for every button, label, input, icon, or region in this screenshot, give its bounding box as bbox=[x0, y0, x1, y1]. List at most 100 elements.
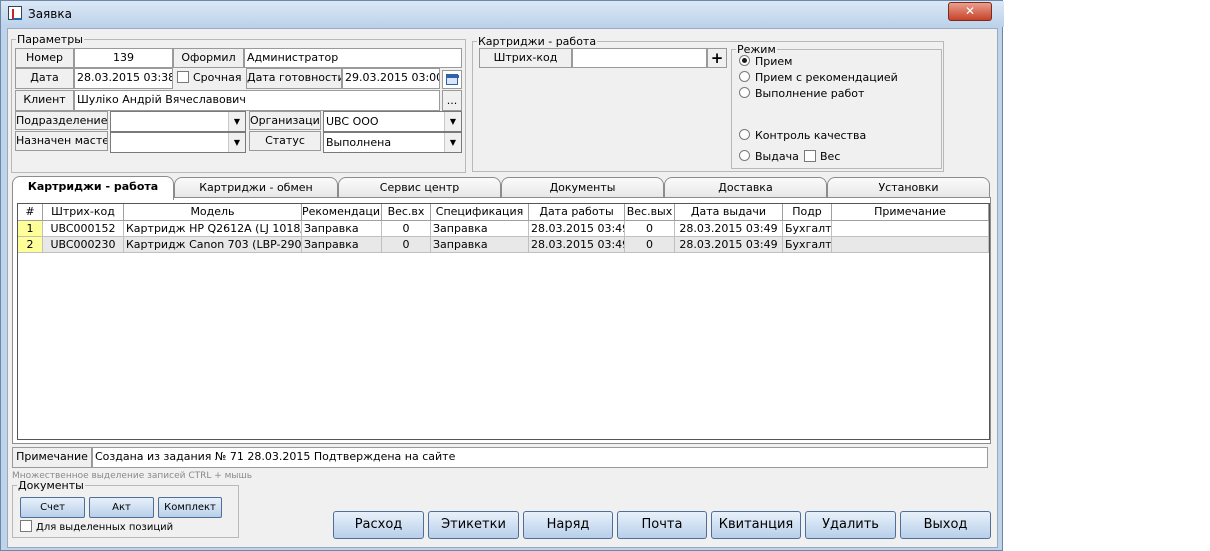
weight-label: Вес bbox=[820, 150, 841, 163]
organization-label: Организация bbox=[249, 111, 321, 130]
cartridges-table[interactable]: # Штрих-код Модель Рекомендация Вес.вх С… bbox=[17, 203, 990, 440]
table-cell[interactable]: Заправка bbox=[302, 221, 382, 237]
date-field[interactable]: 28.03.2015 03:38 bbox=[74, 68, 173, 89]
col-header-note[interactable]: Примечание bbox=[832, 204, 989, 221]
table-cell[interactable]: 28.03.2015 03:49 bbox=[675, 237, 783, 253]
add-barcode-button[interactable]: + bbox=[707, 48, 727, 68]
tab-delivery[interactable]: Доставка bbox=[664, 177, 827, 198]
radio-dot[interactable] bbox=[739, 71, 750, 82]
mode-radio-issue[interactable]: Выдача bbox=[739, 150, 799, 164]
table-row-index[interactable]: 2 bbox=[18, 237, 43, 253]
col-header-specification[interactable]: Спецификация bbox=[431, 204, 529, 221]
work-order-button[interactable]: Наряд bbox=[523, 511, 613, 539]
table-cell[interactable]: UBC000230 bbox=[43, 237, 124, 253]
mode-option-label: Контроль качества bbox=[755, 129, 867, 142]
table-cell[interactable]: 0 bbox=[382, 221, 431, 237]
mail-button[interactable]: Почта bbox=[617, 511, 707, 539]
documents-legend: Документы bbox=[18, 479, 84, 492]
radio-dot[interactable] bbox=[739, 129, 750, 140]
urgent-label: Срочная bbox=[193, 71, 242, 84]
table-cell[interactable]: 28.03.2015 03:49 bbox=[675, 221, 783, 237]
table-cell[interactable]: UBC000152 bbox=[43, 221, 124, 237]
app-icon bbox=[8, 6, 22, 20]
table-row-index[interactable]: 1 bbox=[18, 221, 43, 237]
created-by-label: Оформил bbox=[173, 48, 244, 68]
table-cell[interactable]: Бухгалте bbox=[783, 237, 832, 253]
mode-option-label: Прием с рекомендацией bbox=[755, 71, 898, 84]
urgent-checkbox[interactable]: Срочная bbox=[177, 71, 241, 84]
weight-checkbox[interactable]: Вес bbox=[804, 150, 840, 164]
table-cell[interactable]: Заправка bbox=[431, 221, 529, 237]
col-header-model[interactable]: Модель bbox=[124, 204, 302, 221]
table-cell[interactable]: 0 bbox=[625, 237, 675, 253]
note-field[interactable]: Создана из задания № 71 28.03.2015 Подтв… bbox=[92, 447, 988, 468]
labels-button[interactable]: Этикетки bbox=[428, 511, 519, 539]
col-header-work-date[interactable]: Дата работы bbox=[529, 204, 625, 221]
master-select[interactable]: ▼ bbox=[110, 132, 246, 153]
table-cell[interactable]: Бухгалте bbox=[783, 221, 832, 237]
table-cell[interactable] bbox=[832, 237, 989, 253]
master-label: Назначен мастер bbox=[15, 131, 108, 151]
table-cell[interactable] bbox=[832, 221, 989, 237]
table-cell[interactable]: 0 bbox=[382, 237, 431, 253]
cartridges-work-legend: Картриджи - работа bbox=[478, 35, 597, 48]
tab-settings[interactable]: Установки bbox=[827, 177, 990, 198]
tab-cartridges-exchange[interactable]: Картриджи - обмен bbox=[174, 177, 338, 198]
close-button[interactable]: ✕ bbox=[948, 2, 992, 21]
expense-button[interactable]: Расход bbox=[333, 511, 424, 539]
invoice-button[interactable]: Счет bbox=[20, 497, 85, 518]
table-cell[interactable]: 28.03.2015 03:49 bbox=[529, 221, 625, 237]
department-label: Подразделение bbox=[15, 111, 108, 130]
mode-radio-priem-rec[interactable]: Прием с рекомендацией bbox=[739, 71, 898, 85]
chevron-down-icon[interactable]: ▼ bbox=[444, 112, 461, 131]
table-cell[interactable]: Заправка bbox=[431, 237, 529, 253]
department-select[interactable]: ▼ bbox=[110, 111, 246, 132]
tab-service-center[interactable]: Сервис центр bbox=[338, 177, 501, 198]
note-label: Примечание bbox=[12, 447, 92, 468]
weight-checkbox-box[interactable] bbox=[804, 150, 816, 162]
table-cell[interactable]: 28.03.2015 03:49 bbox=[529, 237, 625, 253]
table-cell[interactable]: Картридж HP Q2612A (LJ 1018/10 bbox=[124, 221, 302, 237]
radio-dot[interactable] bbox=[739, 87, 750, 98]
col-header-dept[interactable]: Подр bbox=[783, 204, 832, 221]
ready-date-field[interactable]: 29.03.2015 03:00 bbox=[342, 68, 440, 89]
created-by-field[interactable]: Администратор bbox=[244, 48, 462, 68]
act-button[interactable]: Акт bbox=[89, 497, 154, 518]
barcode-input[interactable] bbox=[572, 48, 707, 68]
chevron-down-icon[interactable]: ▼ bbox=[228, 133, 245, 152]
col-header-weight-out[interactable]: Вес.вых bbox=[625, 204, 675, 221]
table-cell[interactable]: Картридж Canon 703 (LBP-2900/3( bbox=[124, 237, 302, 253]
col-header-weight-in[interactable]: Вес.вх bbox=[382, 204, 431, 221]
col-header-barcode[interactable]: Штрих-код bbox=[43, 204, 124, 221]
urgent-checkbox-box[interactable] bbox=[177, 71, 189, 83]
chevron-down-icon[interactable]: ▼ bbox=[444, 133, 461, 152]
radio-dot[interactable] bbox=[739, 55, 750, 66]
col-header-issue-date[interactable]: Дата выдачи bbox=[675, 204, 783, 221]
mode-radio-qc[interactable]: Контроль качества bbox=[739, 129, 866, 143]
params-legend: Параметры bbox=[17, 33, 83, 46]
delete-button[interactable]: Удалить bbox=[805, 511, 896, 539]
chevron-down-icon[interactable]: ▼ bbox=[228, 112, 245, 131]
selected-only-checkbox[interactable]: Для выделенных позиций bbox=[20, 520, 173, 533]
number-field[interactable]: 139 bbox=[74, 48, 173, 68]
calendar-button[interactable] bbox=[442, 70, 462, 89]
mode-radio-work[interactable]: Выполнение работ bbox=[739, 87, 864, 101]
tab-documents[interactable]: Документы bbox=[501, 177, 664, 198]
table-cell[interactable]: Заправка bbox=[302, 237, 382, 253]
date-label: Дата bbox=[15, 68, 74, 89]
receipt-button[interactable]: Квитанция bbox=[711, 511, 801, 539]
radio-dot[interactable] bbox=[739, 150, 750, 161]
organization-select[interactable]: UBC OOO ▼ bbox=[323, 111, 462, 132]
col-header-recommendation[interactable]: Рекомендация bbox=[302, 204, 382, 221]
kit-button[interactable]: Комплект bbox=[158, 497, 222, 518]
tab-cartridges-work[interactable]: Картриджи - работа bbox=[12, 176, 174, 200]
mode-radio-priem[interactable]: Прием bbox=[739, 55, 792, 69]
status-select[interactable]: Выполнена ▼ bbox=[323, 132, 462, 153]
client-field[interactable]: Шуліко Андрій Вячеславович bbox=[74, 90, 440, 111]
selected-only-checkbox-box[interactable] bbox=[20, 520, 32, 532]
exit-button[interactable]: Выход bbox=[900, 511, 991, 539]
table-cell[interactable]: 0 bbox=[625, 221, 675, 237]
client-browse-button[interactable]: ... bbox=[442, 90, 462, 111]
col-header-index[interactable]: # bbox=[18, 204, 43, 221]
client-label: Клиент bbox=[15, 90, 74, 111]
